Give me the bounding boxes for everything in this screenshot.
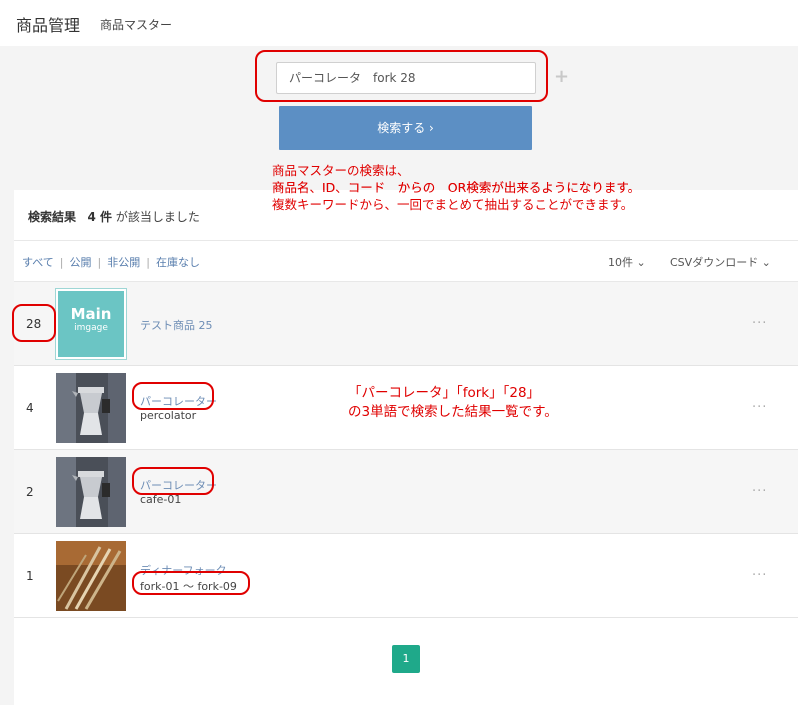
result-suffix: が該当しました (115, 210, 200, 224)
page-size-select[interactable]: 10件 ⌄ (608, 254, 646, 270)
top-bar: 商品管理 商品マスター (0, 0, 798, 46)
results-note-line: 「パーコレータ」「fork」「28」 (348, 385, 541, 401)
search-highlight-annotation (255, 50, 548, 102)
filter-all[interactable]: すべて (22, 256, 54, 269)
page-subtitle: 商品マスター (100, 18, 173, 32)
placeholder-text-sub: imgage (74, 323, 108, 333)
search-note-line: 複数キーワードから、一回でまとめて抽出することができます。 (272, 197, 634, 212)
product-name-link[interactable]: テスト商品 25 (140, 317, 213, 333)
filter-separator: | (59, 256, 64, 269)
search-note-overlay: . 商品名、ID、コード からの OR検索が出来るようになります。 複数キーワー… (272, 162, 640, 213)
filter-private[interactable]: 非公開 (107, 256, 140, 269)
placeholder-text-main: Main (70, 305, 112, 323)
results-note: 「パーコレータ」「fork」「28」 の3単語で検索した結果一覧です。 (348, 384, 558, 422)
product-code: percolator (140, 409, 197, 422)
status-filters: すべて | 公開 | 非公開 | 在庫なし (22, 254, 200, 270)
filter-public[interactable]: 公開 (70, 256, 92, 269)
filter-out-of-stock[interactable]: 在庫なし (156, 256, 200, 269)
name-highlight-annotation (132, 467, 214, 495)
row-id: 2 (26, 485, 34, 499)
result-summary: 検索結果 4 件 が該当しました (28, 208, 200, 225)
percolator-photo (56, 373, 126, 443)
table-row[interactable] (14, 282, 798, 366)
main-image-placeholder: Main imgage (55, 288, 127, 360)
name-highlight-annotation (132, 382, 214, 410)
table-row[interactable] (14, 450, 798, 534)
fork-photo (56, 541, 126, 611)
results-note-line: の3単語で検索した結果一覧です。 (348, 404, 558, 420)
row-menu-icon[interactable]: ··· (752, 484, 767, 499)
percolator-photo (56, 457, 126, 527)
row-menu-icon[interactable]: ··· (752, 400, 767, 415)
row-menu-icon[interactable]: ··· (752, 316, 767, 331)
search-note-line: 商品名、ID、コード からの OR検索が出来るようになります。 (272, 180, 641, 195)
pagination-page-1[interactable]: 1 (392, 645, 420, 673)
filter-separator: | (97, 256, 102, 269)
page-title: 商品管理 (16, 16, 81, 35)
id-highlight-annotation (12, 304, 56, 342)
row-id: 1 (26, 569, 34, 583)
result-label: 検索結果 (28, 210, 77, 224)
csv-download-menu[interactable]: CSVダウンロード ⌄ (670, 254, 771, 270)
table-row[interactable] (14, 534, 798, 618)
plus-icon[interactable]: + (554, 66, 569, 87)
code-highlight-annotation (132, 571, 250, 595)
filter-separator: | (146, 256, 150, 269)
row-id: 4 (26, 401, 34, 415)
search-button[interactable]: 検索する › (279, 106, 532, 150)
result-count: 4 件 (87, 210, 112, 224)
row-menu-icon[interactable]: ··· (752, 568, 767, 583)
